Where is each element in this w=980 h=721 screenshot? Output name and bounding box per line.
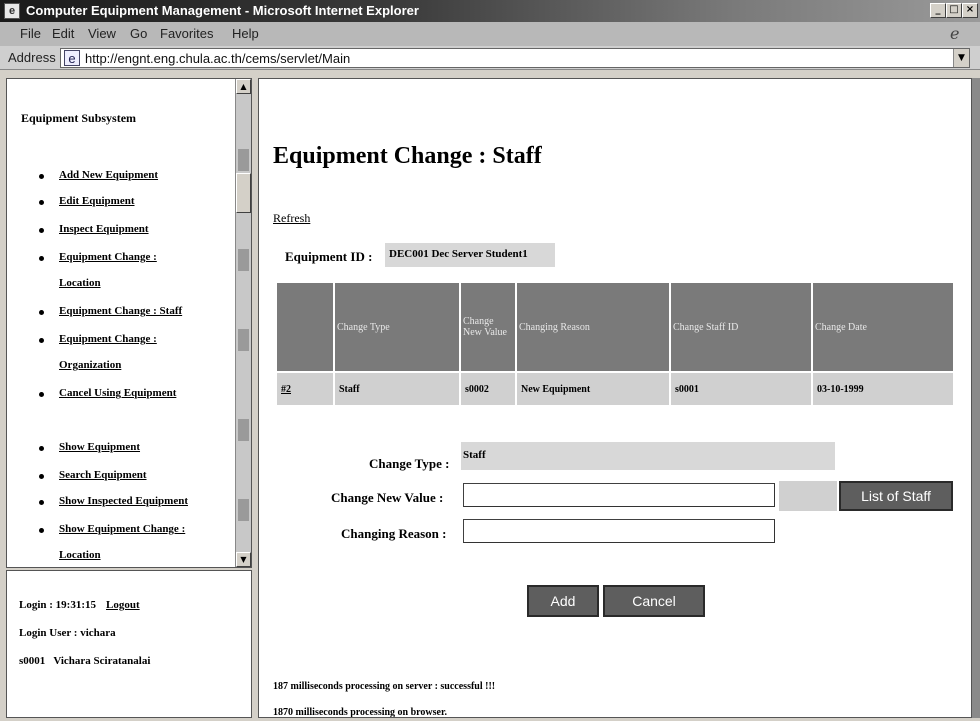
column-header: Change Staff ID xyxy=(671,283,811,371)
window-title: Computer Equipment Management - Microsof… xyxy=(26,3,419,18)
menu-bar: File Edit View Go Favorites Help e xyxy=(0,22,980,46)
menu-view[interactable]: View xyxy=(88,26,116,41)
new-value-label: Change New Value : xyxy=(331,490,444,505)
minimize-button[interactable]: _ xyxy=(930,3,946,18)
reason-input[interactable] xyxy=(463,519,775,543)
bullet-icon xyxy=(39,474,44,479)
list-of-staff-button[interactable]: List of Staff xyxy=(839,481,953,511)
app-icon: e xyxy=(4,3,20,19)
nav-link-search-equipment[interactable]: Search Equipment xyxy=(59,469,147,481)
change-type-label: Change Type : xyxy=(369,456,450,471)
nav-link-change-staff[interactable]: Equipment Change : Staff xyxy=(59,305,182,317)
new-value-input[interactable] xyxy=(463,483,775,507)
bullet-icon xyxy=(39,500,44,505)
login-time-row: Login : 19:31:15 Logout xyxy=(19,599,140,611)
scroll-track xyxy=(238,419,249,441)
login-user: Login User : vichara xyxy=(19,627,116,639)
bullet-icon xyxy=(39,174,44,179)
scroll-track xyxy=(238,499,249,521)
nav-link-change-location-cont[interactable]: Location xyxy=(59,277,101,289)
column-header xyxy=(277,283,333,371)
scroll-up-icon[interactable]: ▲ xyxy=(236,79,251,94)
scroll-track xyxy=(238,149,249,171)
nav-link-show-change-location[interactable]: Show Equipment Change : xyxy=(59,523,185,535)
bullet-icon xyxy=(39,256,44,261)
table-cell: #2 xyxy=(277,373,333,405)
scroll-down-icon[interactable]: ▼ xyxy=(236,552,251,567)
staff-line: s0001 Vichara Sciratanalai xyxy=(19,655,151,667)
nav-link-change-location[interactable]: Equipment Change : xyxy=(59,251,157,263)
table-header-row: Change Type Change New Value Changing Re… xyxy=(277,283,953,371)
nav-link-show-equipment[interactable]: Show Equipment xyxy=(59,441,140,453)
table-cell: 03-10-1999 xyxy=(813,373,953,405)
reason-label: Changing Reason : xyxy=(341,526,447,541)
bullet-icon xyxy=(39,446,44,451)
equipment-id-value: DEC001 Dec Server Student1 xyxy=(385,243,555,267)
bullet-icon xyxy=(39,528,44,533)
nav-heading: Equipment Subsystem xyxy=(21,111,137,125)
address-label: Address xyxy=(8,50,56,65)
column-header: Change New Value xyxy=(461,283,515,371)
nav-link-change-organization[interactable]: Equipment Change : xyxy=(59,333,157,345)
scroll-thumb[interactable] xyxy=(236,173,251,213)
address-input[interactable]: e http://engnt.eng.chula.ac.th/cems/serv… xyxy=(60,48,970,68)
cancel-button[interactable]: Cancel xyxy=(603,585,705,617)
table-cell: New Equipment xyxy=(517,373,669,405)
bullet-icon xyxy=(39,228,44,233)
table-cell: Staff xyxy=(335,373,459,405)
bullet-icon xyxy=(39,338,44,343)
content-scrollbar[interactable] xyxy=(972,78,980,718)
server-status: 187 milliseconds processing on server : … xyxy=(273,681,496,692)
scroll-track xyxy=(238,329,249,351)
column-header: Change Type xyxy=(335,283,459,371)
bullet-icon xyxy=(39,392,44,397)
menu-go[interactable]: Go xyxy=(130,26,147,41)
nav-link-edit-equipment[interactable]: Edit Equipment xyxy=(59,195,135,207)
table-cell: s0001 xyxy=(671,373,811,405)
address-dropdown-icon[interactable]: ▼ xyxy=(953,49,969,67)
nav-link-show-inspected[interactable]: Show Inspected Equipment xyxy=(59,495,188,507)
nav-scrollbar[interactable]: ▲ ▼ xyxy=(235,79,251,567)
nav-link-cancel-using[interactable]: Cancel Using Equipment xyxy=(59,387,176,399)
table-cell: s0002 xyxy=(461,373,515,405)
menu-favorites[interactable]: Favorites xyxy=(160,26,213,41)
page-icon: e xyxy=(64,50,80,66)
nav-frame: Equipment Subsystem Add New Equipment Ed… xyxy=(6,78,252,568)
scroll-track xyxy=(238,249,249,271)
menu-edit[interactable]: Edit xyxy=(52,26,74,41)
column-header: Change Date xyxy=(813,283,953,371)
page-title: Equipment Change : Staff xyxy=(273,143,542,169)
close-button[interactable]: × xyxy=(962,3,978,18)
login-time: Login : 19:31:15 xyxy=(19,599,96,611)
bullet-icon xyxy=(39,200,44,205)
content-frame: Equipment Change : Staff Refresh Equipme… xyxy=(258,78,972,718)
logout-link[interactable]: Logout xyxy=(106,599,140,611)
nav-link-add-new-equipment[interactable]: Add New Equipment xyxy=(59,169,158,181)
nav-link-inspect-equipment[interactable]: Inspect Equipment xyxy=(59,223,149,235)
address-bar: Address e http://engnt.eng.chula.ac.th/c… xyxy=(0,46,980,70)
nav-link-change-organization-cont[interactable]: Organization xyxy=(59,359,121,371)
menu-help[interactable]: Help xyxy=(232,26,259,41)
title-bar: e Computer Equipment Management - Micros… xyxy=(0,0,980,22)
change-type-value: Staff xyxy=(461,442,835,470)
ie-logo-icon: e xyxy=(950,24,960,43)
equipment-id-label: Equipment ID : xyxy=(285,249,373,264)
refresh-link[interactable]: Refresh xyxy=(273,211,310,226)
table-row: #2 Staff s0002 New Equipment s0001 03-10… xyxy=(277,373,953,405)
column-header: Changing Reason xyxy=(517,283,669,371)
address-url: http://engnt.eng.chula.ac.th/cems/servle… xyxy=(85,51,351,66)
change-history-table: Change Type Change New Value Changing Re… xyxy=(275,281,955,407)
nav-link-show-change-location-cont[interactable]: Location xyxy=(59,549,101,561)
browser-window: e Computer Equipment Management - Micros… xyxy=(0,0,980,721)
session-frame: Login : 19:31:15 Logout Login User : vich… xyxy=(6,570,252,718)
input-backdrop xyxy=(779,481,837,511)
row-id-link[interactable]: #2 xyxy=(281,384,291,395)
browser-status: 1870 milliseconds processing on browser. xyxy=(273,707,447,718)
menu-file[interactable]: File xyxy=(20,26,41,41)
bullet-icon xyxy=(39,310,44,315)
add-button[interactable]: Add xyxy=(527,585,599,617)
maximize-button[interactable]: □ xyxy=(946,3,962,18)
